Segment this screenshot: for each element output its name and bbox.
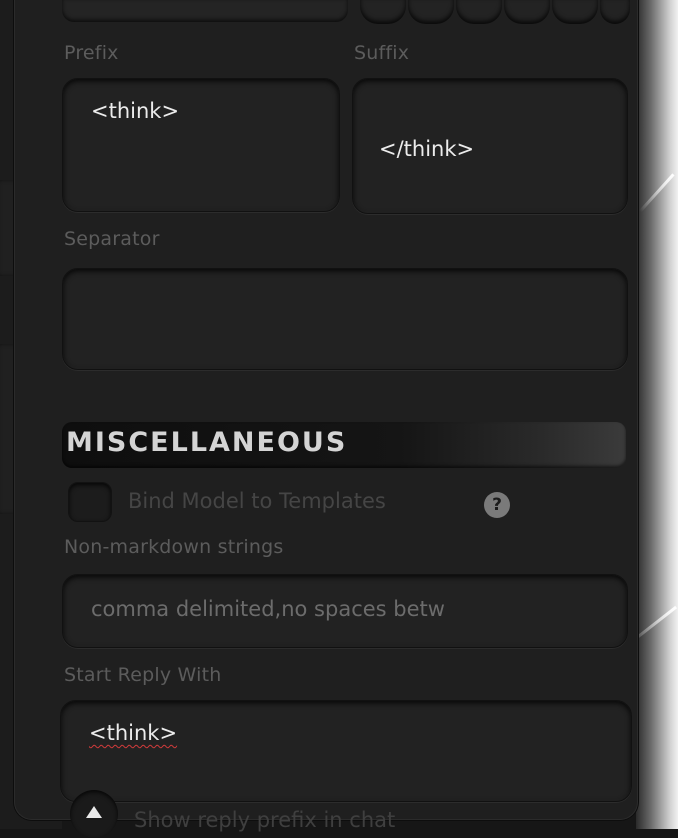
triangle-up-icon [86, 806, 102, 818]
prefix-value: <think> [91, 99, 180, 123]
non-markdown-input[interactable]: comma delimited,no spaces betw [62, 574, 628, 648]
right-background [636, 0, 678, 829]
show-reply-prefix-label: Show reply prefix in chat [134, 808, 396, 832]
separator-label: Separator [64, 228, 160, 250]
suffix-value: </think> [379, 137, 475, 161]
suffix-label: Suffix [354, 42, 410, 64]
bind-model-checkbox[interactable] [68, 482, 112, 522]
non-markdown-label: Non-markdown strings [64, 536, 284, 558]
prefix-textarea[interactable]: <think> [62, 78, 340, 212]
question-circle-icon[interactable]: ? [484, 492, 510, 518]
section-title: MISCELLANEOUS [66, 427, 348, 458]
start-reply-value: <think> [89, 721, 178, 745]
bind-model-label: Bind Model to Templates [128, 489, 386, 513]
prefix-label: Prefix [64, 42, 119, 64]
separator-textarea[interactable] [62, 268, 628, 370]
suffix-textarea[interactable]: </think> [352, 78, 628, 214]
previous-field[interactable] [62, 0, 348, 22]
start-reply-label: Start Reply With [64, 664, 222, 686]
non-markdown-placeholder: comma delimited,no spaces betw [91, 597, 445, 621]
start-reply-textarea[interactable]: <think> [60, 700, 632, 802]
